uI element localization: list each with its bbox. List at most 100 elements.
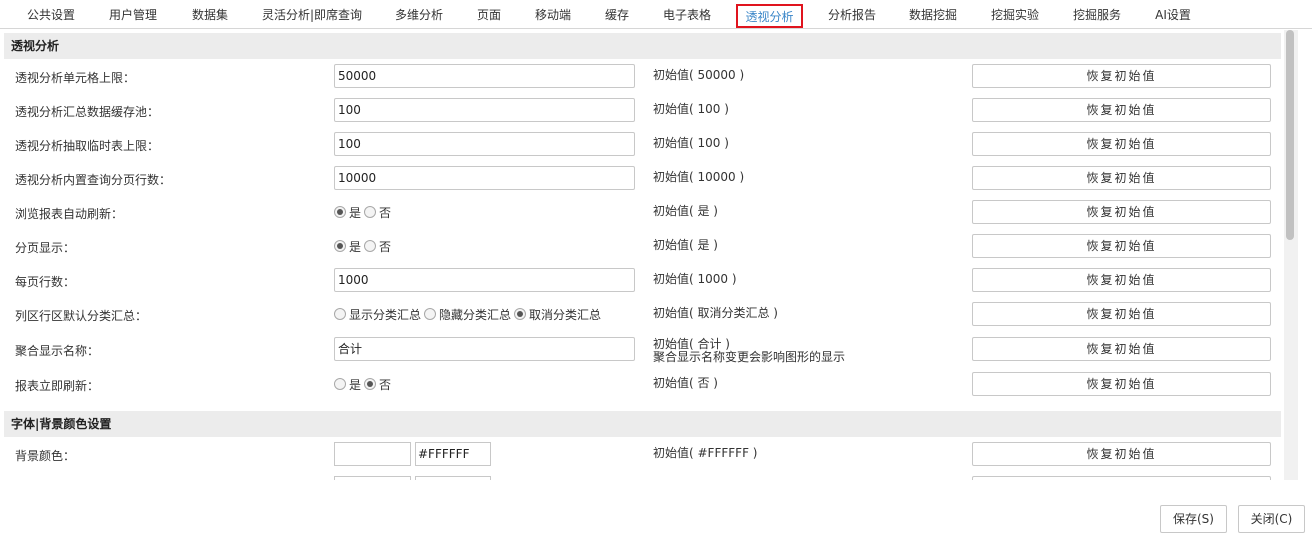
radio-checked-icon bbox=[514, 308, 527, 320]
reset-button[interactable]: 恢复初始值 bbox=[972, 64, 1271, 88]
vertical-scrollbar[interactable] bbox=[1284, 30, 1298, 480]
radio-hide-subtotal[interactable]: 隐藏分类汇总 bbox=[424, 306, 511, 323]
setting-row-paged-display: 分页显示： 是 否 初始值( 是 ) 恢复初始值 bbox=[0, 230, 1284, 264]
radio-unchecked-icon bbox=[424, 308, 437, 320]
initial-value-text: 初始值( 合计 ) 聚合显示名称变更会影响图形的显示 bbox=[653, 338, 845, 364]
default-subtotal-radio-group: 显示分类汇总 隐藏分类汇总 取消分类汇总 bbox=[334, 302, 604, 326]
reset-button[interactable]: 恢复初始值 bbox=[972, 372, 1271, 396]
radio-unchecked-icon bbox=[334, 308, 346, 320]
setting-label: 透视分析抽取临时表上限： bbox=[15, 139, 160, 153]
background-color-hex-input[interactable]: #FFFFFF bbox=[415, 442, 491, 466]
close-button[interactable]: 关闭(C) bbox=[1238, 505, 1305, 533]
tab-data-mining[interactable]: 数据挖掘 bbox=[902, 4, 964, 28]
radio-label: 隐藏分类汇总 bbox=[439, 307, 512, 322]
setting-control: 合计 bbox=[334, 337, 635, 361]
summary-cache-pool-input[interactable]: 100 bbox=[334, 98, 635, 122]
initial-value-text: 初始值( 100 ) bbox=[653, 136, 729, 150]
radio-label: 否 bbox=[379, 377, 392, 392]
setting-label: 列区行区默认分类汇总： bbox=[15, 309, 148, 323]
setting-label: 透视分析单元格上限： bbox=[15, 71, 136, 85]
radio-no[interactable]: 否 bbox=[364, 376, 391, 393]
reset-button[interactable]: 恢复初始值 bbox=[972, 234, 1271, 258]
immediate-refresh-radio-group: 是 否 bbox=[334, 372, 394, 396]
radio-show-subtotal[interactable]: 显示分类汇总 bbox=[334, 306, 421, 323]
setting-label: 透视分析内置查询分页行数： bbox=[15, 173, 172, 187]
radio-label: 是 bbox=[349, 239, 362, 254]
tab-page[interactable]: 页面 bbox=[469, 4, 509, 28]
initial-value-text: 初始值( 否 ) bbox=[653, 376, 718, 390]
color-hex-input[interactable] bbox=[415, 476, 491, 480]
temp-table-limit-input[interactable]: 100 bbox=[334, 132, 635, 156]
setting-label: 报表立即刷新： bbox=[15, 379, 100, 393]
radio-yes[interactable]: 是 bbox=[334, 204, 361, 221]
initial-value-text: 初始值( 1000 ) bbox=[653, 272, 737, 286]
initial-value-text: 初始值( 10000 ) bbox=[653, 170, 745, 184]
tab-cache[interactable]: 缓存 bbox=[597, 4, 637, 28]
rows-per-page-input[interactable]: 1000 bbox=[334, 268, 635, 292]
setting-control: 10000 bbox=[334, 166, 635, 190]
scrollbar-thumb[interactable] bbox=[1286, 30, 1294, 240]
aggregate-name-note: 聚合显示名称变更会影响图形的显示 bbox=[653, 350, 846, 364]
radio-label: 显示分类汇总 bbox=[349, 307, 422, 322]
radio-unchecked-icon bbox=[334, 378, 346, 390]
tab-flexible-analysis[interactable]: 灵活分析|即席查询 bbox=[255, 4, 369, 28]
setting-control: 1000 bbox=[334, 268, 635, 292]
reset-button[interactable]: 恢复初始值 bbox=[972, 268, 1271, 292]
radio-label: 是 bbox=[349, 205, 362, 220]
tab-mining-service[interactable]: 挖掘服务 bbox=[1066, 4, 1128, 28]
tab-mobile[interactable]: 移动端 bbox=[528, 4, 578, 28]
radio-label: 是 bbox=[349, 377, 362, 392]
setting-row-temp-table-limit: 透视分析抽取临时表上限： 100 初始值( 100 ) 恢复初始值 bbox=[0, 128, 1284, 162]
setting-label: 透视分析汇总数据缓存池： bbox=[15, 105, 160, 119]
reset-button[interactable]: 恢复初始值 bbox=[972, 442, 1271, 466]
setting-row-immediate-refresh: 报表立即刷新： 是 否 初始值( 否 ) 恢复初始值 bbox=[0, 368, 1284, 402]
setting-row-default-subtotal: 列区行区默认分类汇总： 显示分类汇总 隐藏分类汇总 取消分类汇总 初始值( 取消… bbox=[0, 298, 1284, 332]
initial-value-text: 初始值( 50000 ) bbox=[653, 68, 745, 82]
radio-checked-icon bbox=[364, 378, 377, 390]
query-page-rows-input[interactable]: 10000 bbox=[334, 166, 635, 190]
settings-content: 透视分析 透视分析单元格上限： 50000 初始值( 50000 ) 恢复初始值… bbox=[0, 30, 1284, 480]
setting-control: 100 bbox=[334, 132, 635, 156]
paged-display-radio-group: 是 否 bbox=[334, 234, 394, 258]
tab-spreadsheet[interactable]: 电子表格 bbox=[656, 4, 718, 28]
tab-public-settings[interactable]: 公共设置 bbox=[20, 4, 82, 28]
tab-dataset[interactable]: 数据集 bbox=[184, 4, 236, 28]
setting-row-aggregate-name: 聚合显示名称： 合计 初始值( 合计 ) 聚合显示名称变更会影响图形的显示 恢复… bbox=[0, 333, 1284, 367]
setting-control: 100 bbox=[334, 98, 635, 122]
radio-unchecked-icon bbox=[364, 206, 377, 218]
reset-button[interactable]: 恢复初始值 bbox=[972, 98, 1271, 122]
background-color-swatch[interactable] bbox=[334, 442, 411, 466]
aggregate-name-input[interactable]: 合计 bbox=[334, 337, 635, 361]
tab-multidimensional-analysis[interactable]: 多维分析 bbox=[388, 4, 450, 28]
setting-row-query-page-rows: 透视分析内置查询分页行数： 10000 初始值( 10000 ) 恢复初始值 bbox=[0, 162, 1284, 196]
tab-ai-settings[interactable]: AI设置 bbox=[1147, 4, 1199, 28]
reset-button[interactable]: 恢复初始值 bbox=[972, 302, 1271, 326]
radio-cancel-subtotal[interactable]: 取消分类汇总 bbox=[514, 306, 601, 323]
initial-value-text: 初始值( 取消分类汇总 ) bbox=[653, 306, 778, 320]
reset-button[interactable]: 恢复初始值 bbox=[972, 132, 1271, 156]
tab-pivot-analysis[interactable]: 透视分析 bbox=[736, 4, 803, 28]
setting-label: 浏览报表自动刷新： bbox=[15, 207, 124, 221]
radio-yes[interactable]: 是 bbox=[334, 238, 361, 255]
radio-yes[interactable]: 是 bbox=[334, 376, 361, 393]
tab-analysis-report[interactable]: 分析报告 bbox=[821, 4, 883, 28]
tab-user-management[interactable]: 用户管理 bbox=[101, 4, 165, 28]
radio-no[interactable]: 否 bbox=[364, 238, 391, 255]
radio-label: 取消分类汇总 bbox=[529, 307, 602, 322]
reset-button[interactable]: 恢复初始值 bbox=[972, 200, 1271, 224]
reset-button[interactable]: 恢复初始值 bbox=[972, 166, 1271, 190]
save-button[interactable]: 保存(S) bbox=[1160, 505, 1227, 533]
tab-mining-experiment[interactable]: 挖掘实验 bbox=[984, 4, 1046, 28]
color-swatch[interactable] bbox=[334, 476, 411, 480]
initial-value-text: 初始值( 100 ) bbox=[653, 102, 729, 116]
radio-label: 否 bbox=[379, 239, 392, 254]
setting-label: 每页行数： bbox=[15, 275, 76, 289]
reset-button[interactable]: 恢复初始值 bbox=[972, 337, 1271, 361]
section-header-font-bg-color: 字体|背景颜色设置 bbox=[4, 411, 1281, 437]
setting-label: 分页显示： bbox=[15, 241, 76, 255]
section-header-pivot: 透视分析 bbox=[4, 33, 1281, 59]
reset-button[interactable] bbox=[972, 476, 1271, 480]
radio-checked-icon bbox=[334, 206, 346, 218]
cell-limit-input[interactable]: 50000 bbox=[334, 64, 635, 88]
radio-no[interactable]: 否 bbox=[364, 204, 391, 221]
